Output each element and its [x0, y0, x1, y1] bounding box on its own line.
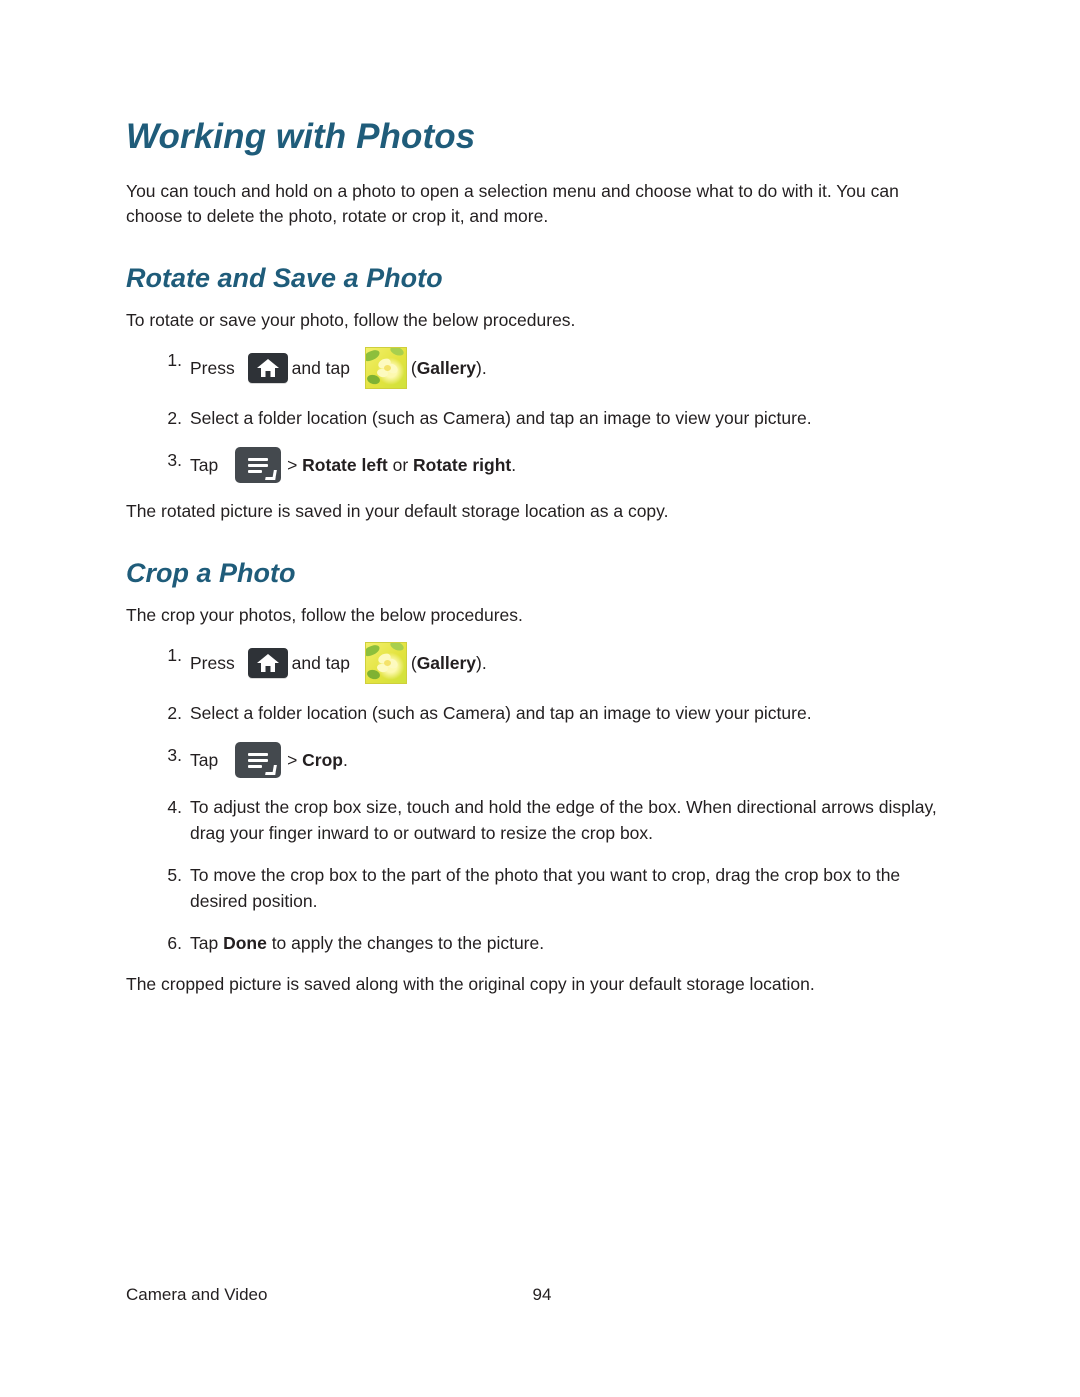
step-text-run: To move the crop box to the part of the …: [190, 864, 901, 911]
section-heading: Crop a Photo: [126, 557, 296, 588]
step-text-run: Select a folder location (such as Camera…: [190, 407, 812, 428]
step-text-run: .: [343, 749, 348, 770]
step-text-run: .: [511, 454, 517, 475]
step-number: 2.: [167, 702, 182, 723]
step-text-run: to apply the changes to the picture.: [266, 932, 545, 953]
section-heading: Rotate and Save a Photo: [126, 262, 443, 293]
step-emphasis: Crop: [302, 749, 343, 770]
step-item: 4. To adjust the crop box size, touch and…: [126, 794, 958, 846]
step-text: Press and tap (Gallery).: [190, 641, 958, 684]
step-text-run: >: [287, 749, 303, 770]
step-emphasis: Gallery: [416, 652, 477, 673]
menu-icon: [235, 741, 282, 778]
step-text-run: >: [287, 454, 303, 475]
step-text: Tap > Rotate left or Rotate right.: [190, 446, 958, 483]
step-text: Tap Done to apply the changes to the pic…: [190, 933, 544, 953]
step-text-run: Press: [190, 652, 240, 673]
step-text-run: and tap: [291, 357, 355, 378]
step-number: 6.: [167, 932, 182, 953]
step-item: 3. Tap > Crop.: [126, 741, 958, 778]
steps-list: 1. Press and tap (Gallery). 2. Select a fol…: [126, 641, 958, 956]
step-number: 2.: [167, 407, 182, 428]
home-icon: [247, 647, 288, 678]
menu-icon: [235, 446, 282, 483]
home-icon: [247, 352, 288, 383]
step-number: 5.: [167, 864, 182, 885]
step-text-run: To adjust the crop box size, touch and h…: [190, 796, 937, 843]
step-emphasis: Gallery: [416, 357, 477, 378]
step-text: Select a folder location (such as Camera…: [190, 703, 812, 723]
step-item: 1. Press and tap (Gallery).: [126, 641, 958, 684]
sections-container: Rotate and Save a Photo To rotate or save…: [126, 263, 958, 997]
step-text-run: or: [387, 454, 414, 475]
step-text: Tap > Crop.: [190, 741, 958, 778]
step-emphasis: Done: [223, 932, 267, 953]
step-text: Press and tap (Gallery).: [190, 346, 958, 389]
page-content: Working with Photos You can touch and ho…: [126, 117, 958, 1009]
step-number: 1.: [167, 349, 182, 370]
step-item: 5. To move the crop box to the part of th…: [126, 862, 958, 914]
step-text-run: Press: [190, 357, 240, 378]
section-lead-paragraph: To rotate or save your photo, follow the…: [126, 309, 576, 330]
step-item: 1. Press and tap (Gallery).: [126, 346, 958, 389]
step-text-run: Tap: [190, 932, 224, 953]
step-text-run: Select a folder location (such as Camera…: [190, 702, 812, 723]
step-item: 6. Tap Done to apply the changes to the p…: [126, 930, 958, 956]
step-text: Select a folder location (such as Camera…: [190, 408, 812, 428]
step-item: 3. Tap > Rotate left or Rotate right.: [126, 446, 958, 483]
step-number: 1.: [167, 644, 182, 665]
step-number: 3.: [167, 744, 182, 765]
step-emphasis: Rotate left: [302, 454, 388, 475]
gallery-icon: [364, 346, 407, 389]
step-number: 3.: [167, 449, 182, 470]
step-text-run: ).: [476, 652, 487, 673]
page-title: Working with Photos: [126, 117, 476, 156]
section-note: The cropped picture is saved along with …: [126, 973, 815, 994]
step-number: 4.: [167, 796, 182, 817]
gallery-icon: [364, 641, 407, 684]
steps-list: 1. Press and tap (Gallery). 2. Select a fol…: [126, 346, 958, 483]
step-text-run: ).: [476, 357, 487, 378]
intro-paragraph: You can touch and hold on a photo to ope…: [126, 180, 899, 226]
footer-page-number: 94: [532, 1285, 552, 1304]
step-emphasis: Rotate right: [413, 454, 512, 475]
step-text-run: Tap: [190, 749, 224, 770]
step-text: To adjust the crop box size, touch and h…: [190, 797, 937, 843]
step-text-run: and tap: [291, 652, 355, 673]
section-note: The rotated picture is saved in your def…: [126, 500, 669, 521]
step-text: To move the crop box to the part of the …: [190, 865, 900, 911]
document-page: Working with Photos You can touch and ho…: [0, 0, 1080, 1397]
step-item: 2. Select a folder location (such as Came…: [126, 405, 958, 431]
step-text-run: Tap: [190, 454, 224, 475]
section-lead-paragraph: The crop your photos, follow the below p…: [126, 604, 523, 625]
step-item: 2. Select a folder location (such as Came…: [126, 700, 958, 726]
